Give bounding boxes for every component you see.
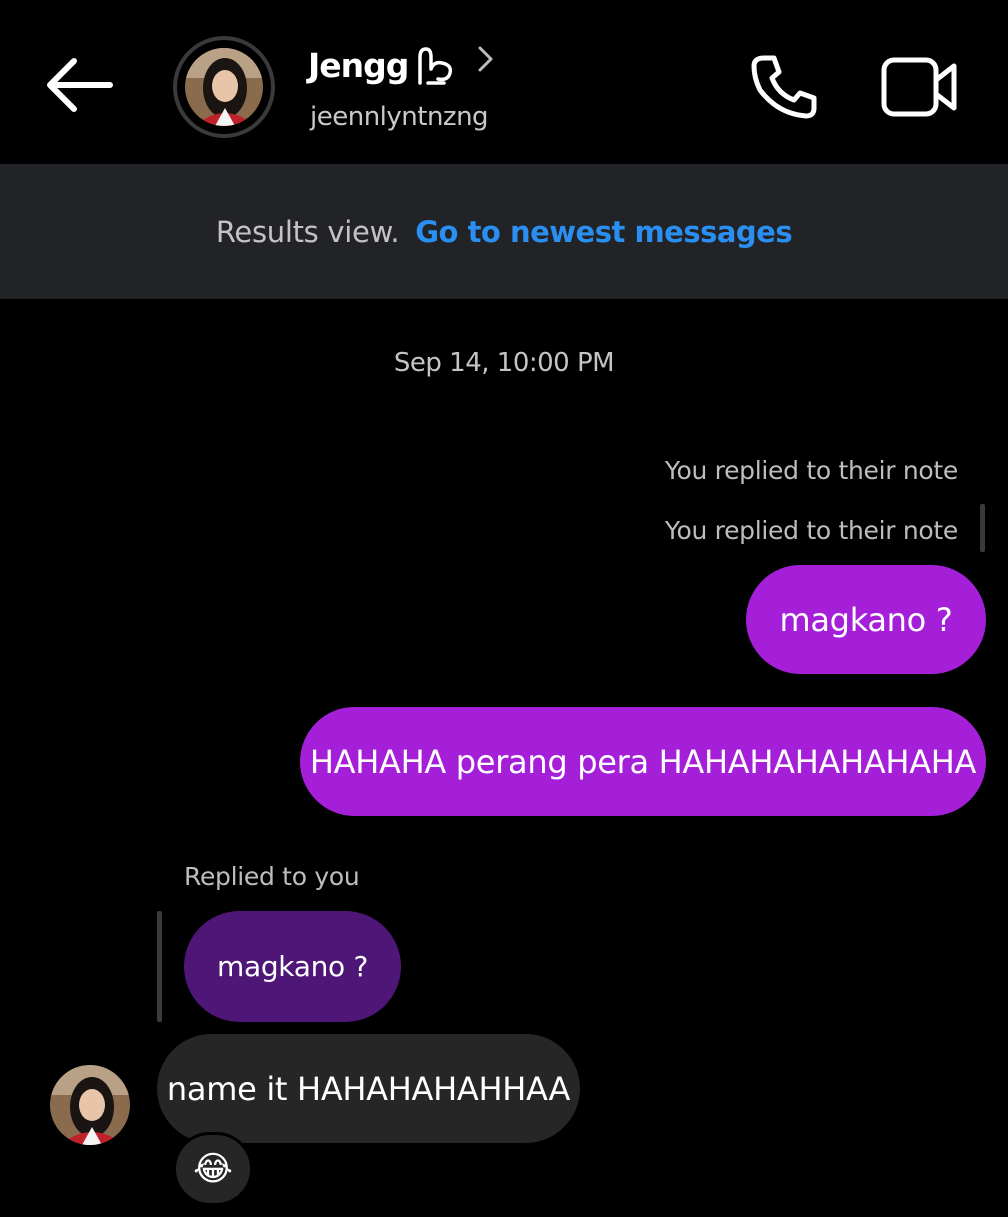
chat-header: Jengg jeennlyntnzng	[0, 0, 1008, 164]
chevron-right-icon	[478, 46, 493, 72]
results-view-label: Results view.	[215, 214, 400, 249]
quote-bar	[157, 911, 162, 1022]
sent-message-bubble[interactable]: magkano ?	[746, 565, 986, 674]
message-text: magkano ?	[216, 950, 369, 983]
quoted-message-bubble[interactable]: magkano ?	[184, 911, 401, 1022]
video-camera-icon	[881, 57, 957, 117]
replied-to-you-label: Replied to you	[184, 862, 360, 891]
received-message-bubble[interactable]: name it HAHAHAHAHHAA	[157, 1034, 580, 1143]
avatar-photo	[185, 48, 263, 126]
reaction-badge[interactable]: 😂	[173, 1132, 253, 1206]
note-reply-label: You replied to their note	[664, 516, 958, 545]
back-button[interactable]	[40, 52, 116, 118]
laughing-emoji-icon: 😂	[193, 1149, 233, 1189]
note-reply-label: You replied to their note	[664, 456, 958, 485]
go-to-newest-link[interactable]: Go to newest messages	[415, 215, 792, 249]
phone-icon	[751, 55, 817, 119]
video-call-button[interactable]	[880, 54, 960, 120]
arrow-left-icon	[47, 58, 113, 112]
message-text: HAHAHA perang pera HAHAHAHAHAHAHA	[309, 742, 977, 781]
contact-name: Jengg	[308, 45, 409, 85]
sender-avatar[interactable]	[50, 1065, 130, 1145]
message-text: magkano ?	[779, 600, 953, 639]
message-timestamp: Sep 14, 10:00 PM	[393, 348, 615, 378]
sent-message-bubble[interactable]: HAHAHA perang pera HAHAHAHAHAHAHA	[300, 707, 986, 816]
contact-username: jeennlyntnzng	[310, 102, 489, 132]
contact-name-row[interactable]: Jengg	[308, 40, 498, 90]
message-text: name it HAHAHAHAHHAA	[166, 1069, 571, 1108]
profile-avatar[interactable]	[173, 36, 275, 138]
quote-bar	[980, 504, 985, 552]
results-view-banner: Results view. Go to newest messages	[0, 164, 1008, 299]
audio-call-button[interactable]	[748, 52, 820, 122]
hand-doodle-icon	[418, 47, 453, 85]
